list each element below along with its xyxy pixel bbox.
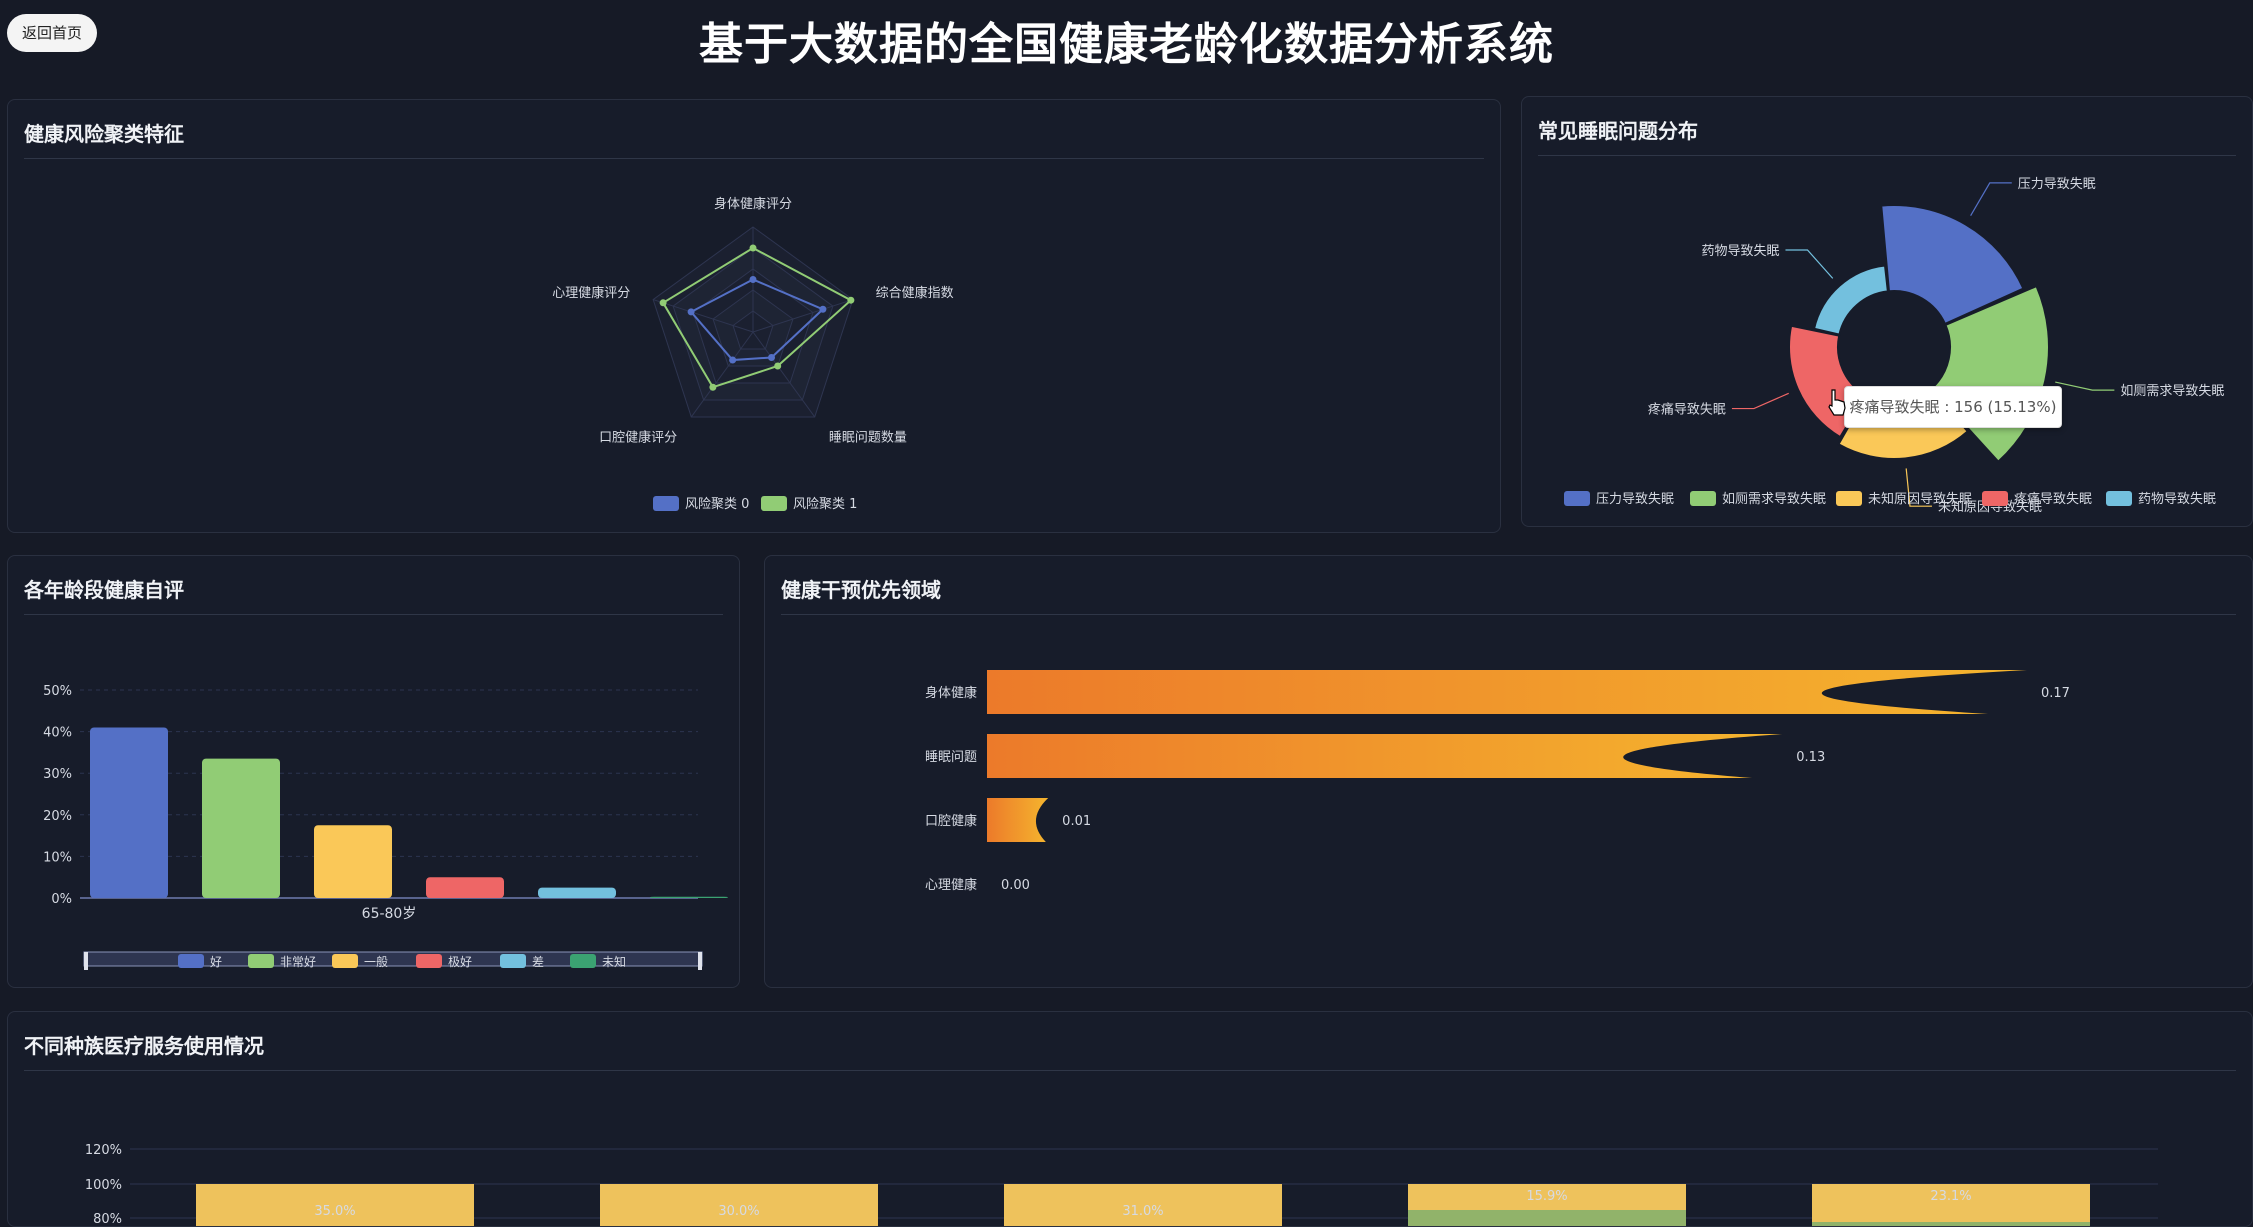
bar [202, 758, 280, 898]
legend-swatch [1564, 491, 1590, 506]
bar-value-label: 0.00 [1001, 878, 1030, 893]
radar-series-point [774, 362, 782, 370]
legend-label: 风险聚类 0 [685, 497, 749, 512]
bar [538, 887, 616, 898]
y-tick-label: 50% [43, 684, 72, 699]
radar-indicator-label: 心理健康评分 [552, 285, 630, 301]
segment-value-label: 35.0% [314, 1204, 355, 1219]
stacked-bar-segment [1812, 1222, 2090, 1226]
legend-label: 差 [532, 955, 544, 969]
radar-series-point [659, 299, 667, 307]
bar [426, 877, 504, 898]
priority-bar [987, 670, 2027, 714]
rose-slice [1812, 264, 1889, 336]
race-stacked-chart: 80% 100% 120% 35.0% 30.0% 31.0% 15.9% 23.1% [85, 1143, 2158, 1227]
radar-series-point [729, 356, 737, 364]
radar-indicator-label: 睡眠问题数量 [829, 430, 907, 445]
y-tick-label: 40% [43, 726, 72, 741]
legend-swatch [2106, 491, 2132, 506]
legend-swatch [1836, 491, 1862, 506]
y-tick-label: 0% [51, 892, 72, 907]
legend-swatch [653, 496, 679, 511]
y-category-label: 口腔健康 [925, 813, 977, 829]
sleep-rose-chart: 压力导致失眠如厕需求导致失眠未知原因导致失眠疼痛导致失眠药物导致失眠压力导致失眠… [1564, 177, 2224, 515]
bar-value-label: 0.13 [1796, 750, 1825, 765]
radar-series-point [768, 353, 776, 361]
legend-swatch [178, 954, 204, 968]
segment-value-label: 15.9% [1526, 1189, 1567, 1204]
radar-series-point [847, 296, 855, 304]
y-tick-label: 120% [85, 1143, 122, 1158]
legend-label: 好 [210, 955, 222, 969]
legend-swatch [416, 954, 442, 968]
radar-indicator-label: 综合健康指数 [876, 285, 954, 301]
segment-value-label: 30.0% [718, 1204, 759, 1219]
y-tick-label: 10% [43, 850, 72, 865]
y-category-label: 身体健康 [925, 685, 977, 701]
page-title: 基于大数据的全国健康老龄化数据分析系统 [699, 19, 1554, 70]
datazoom-handle [84, 952, 88, 970]
legend-label: 如厕需求导致失眠 [1722, 491, 1826, 507]
legend-label: 压力导致失眠 [1596, 492, 1674, 507]
rose-slice-label: 疼痛导致失眠 [1648, 402, 1726, 418]
y-tick-label: 20% [43, 809, 72, 824]
legend-swatch [332, 954, 358, 968]
rose-slice-label: 药物导致失眠 [1701, 244, 1779, 259]
age-panel: 各年龄段健康自评 0% 10% 20% 30% 40% 50% 65-80岁好非常好 一般 极好… [7, 555, 740, 988]
legend-label: 疼痛导致失眠 [2014, 491, 2092, 507]
legend-label: 未知原因导致失眠 [1868, 491, 1972, 507]
chart-tooltip: 疼痛导致失眠 : 156 (15.13%) [1844, 386, 2062, 428]
rose-label-line [1970, 182, 2012, 217]
priority-panel: 健康干预优先领域 身体健康 0.17 睡眠问题 0.13 口腔健康 0.01 心理健康 0.0… [764, 555, 2253, 988]
bar-value-label: 0.01 [1062, 814, 1091, 829]
age-bar-chart: 0% 10% 20% 30% 40% 50% 65-80岁好 非常好 一般 极好 差 未知 [43, 684, 728, 970]
bar [650, 896, 728, 898]
radar-series-point [749, 244, 757, 252]
segment-value-label: 23.1% [1930, 1189, 1971, 1204]
datazoom-handle [698, 952, 702, 970]
sleep-panel: 常见睡眠问题分布 压力导致失眠 如厕需求导致失眠 未知原因导致失眠 疼痛导致失眠 药物导… [1521, 96, 2253, 527]
legend-swatch [761, 496, 787, 511]
radar-chart: 身体健康评分综合健康指数睡眠问题数量 口腔健康评分 心理健康评分风险聚类 0 风险聚类… [552, 196, 954, 512]
radar-indicator-label: 口腔健康评分 [599, 429, 677, 445]
radar-indicator-label: 身体健康评分 [714, 196, 792, 212]
radar-series-point [819, 305, 827, 313]
legend-label: 药物导致失眠 [2138, 492, 2216, 507]
bar-value-label: 0.17 [2041, 686, 2070, 701]
legend-label: 极好 [448, 955, 472, 969]
rose-label-line [1731, 392, 1789, 410]
legend-swatch [570, 954, 596, 968]
legend-swatch [248, 954, 274, 968]
race-panel: 不同种族医疗服务使用情况 80% 100% 120% 35.0% 30.0% 31.0% 1… [7, 1011, 2253, 1227]
rose-slice-label: 如厕需求导致失眠 [2120, 383, 2224, 399]
legend-label: 一般 [364, 954, 388, 969]
radar-panel: 健康风险聚类特征 身体健康评分 综合健康指数 睡眠问题数量 口腔健康评分 心理健康评分风… [7, 99, 1501, 533]
radar-series-point [687, 308, 695, 316]
radar-series-point [709, 383, 717, 391]
legend-swatch [1690, 491, 1716, 506]
bar [90, 727, 168, 898]
priority-bar [987, 798, 1049, 842]
y-tick-label: 30% [43, 767, 72, 782]
stacked-bar-segment [1408, 1210, 1686, 1226]
priority-bar [987, 734, 1783, 778]
y-category-label: 睡眠问题 [925, 750, 977, 765]
rose-label-line [1785, 249, 1834, 279]
segment-value-label: 31.0% [1122, 1204, 1163, 1219]
legend-label: 风险聚类 1 [793, 497, 857, 512]
rose-slice-label: 压力导致失眠 [2018, 177, 2096, 192]
bar [314, 825, 392, 898]
hand-cursor-icon [1828, 389, 1846, 416]
y-tick-label: 100% [85, 1178, 122, 1193]
y-tick-label: 80% [93, 1212, 122, 1227]
legend-label: 非常好 [280, 955, 316, 969]
y-category-label: 心理健康 [925, 877, 977, 893]
rose-label-line [2055, 381, 2115, 391]
legend-swatch [1982, 491, 2008, 506]
legend-swatch [500, 954, 526, 968]
priority-bar-chart: 身体健康 0.17 睡眠问题 0.13 口腔健康 0.01 心理健康 0.00 [925, 670, 2070, 893]
radar-series-point [749, 276, 757, 283]
x-tick-label: 65-80岁 [362, 906, 417, 922]
legend-label: 未知 [602, 955, 626, 969]
